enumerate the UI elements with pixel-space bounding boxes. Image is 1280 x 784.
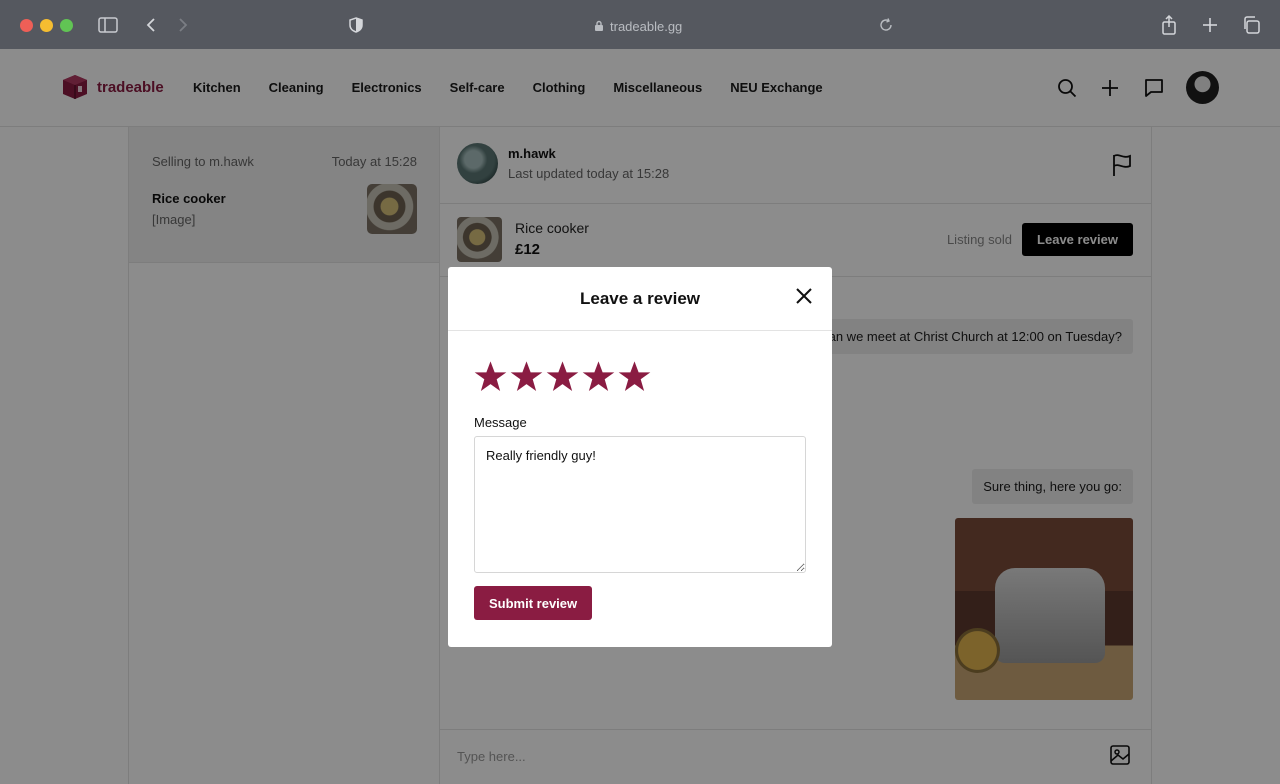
minimize-window-button[interactable] bbox=[40, 19, 53, 32]
star-icon[interactable] bbox=[582, 360, 615, 393]
forward-icon[interactable] bbox=[172, 14, 194, 36]
maximize-window-button[interactable] bbox=[60, 19, 73, 32]
new-tab-icon[interactable] bbox=[1199, 14, 1221, 36]
sidebar-toggle-icon[interactable] bbox=[97, 14, 119, 36]
modal-header: Leave a review bbox=[448, 267, 832, 331]
close-icon[interactable] bbox=[794, 286, 814, 306]
close-window-button[interactable] bbox=[20, 19, 33, 32]
page: tradeable Kitchen Cleaning Electronics S… bbox=[0, 49, 1280, 784]
submit-review-button[interactable]: Submit review bbox=[474, 586, 593, 620]
star-icon[interactable] bbox=[618, 360, 651, 393]
share-icon[interactable] bbox=[1158, 14, 1180, 36]
browser-toolbar: tradeable.gg bbox=[0, 0, 1280, 49]
lock-icon bbox=[595, 20, 603, 31]
review-message-field[interactable]: Really friendly guy! bbox=[474, 436, 806, 573]
url-text: tradeable.gg bbox=[610, 18, 683, 34]
reload-icon[interactable] bbox=[875, 14, 897, 36]
star-icon[interactable] bbox=[474, 360, 507, 393]
address-bar[interactable]: tradeable.gg bbox=[594, 16, 682, 36]
review-modal: Leave a review Message Really friendly g… bbox=[448, 267, 832, 647]
tab-overview-icon[interactable] bbox=[1240, 14, 1262, 36]
star-rating[interactable] bbox=[474, 360, 651, 393]
shield-icon[interactable] bbox=[345, 14, 367, 36]
message-label: Message bbox=[474, 415, 527, 430]
star-icon[interactable] bbox=[510, 360, 543, 393]
modal-title: Leave a review bbox=[579, 289, 701, 308]
back-icon[interactable] bbox=[140, 14, 162, 36]
star-icon[interactable] bbox=[546, 360, 579, 393]
